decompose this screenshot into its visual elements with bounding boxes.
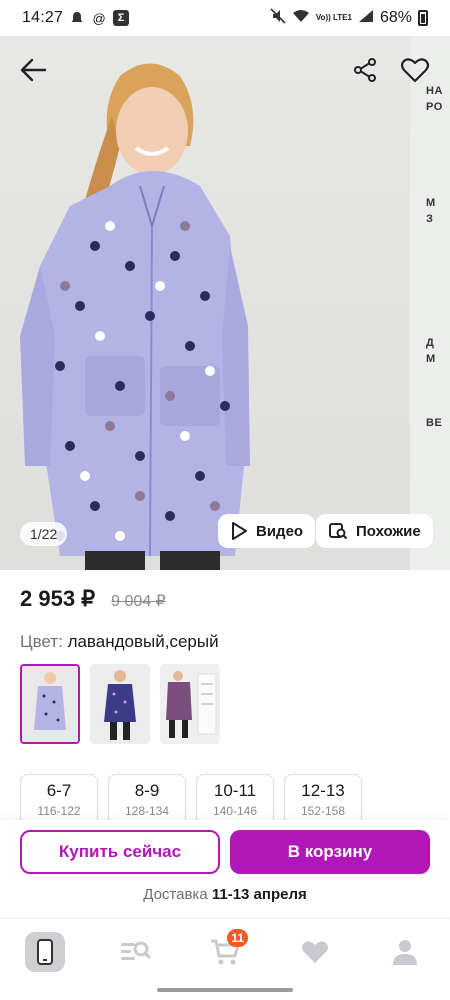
battery-percent: 68% <box>379 9 412 26</box>
nav-catalog[interactable] <box>110 927 160 977</box>
catalog-search-icon <box>121 941 151 960</box>
delivery-dates: 11-13 апреля <box>211 886 307 903</box>
size-label: 8-9 <box>134 781 160 800</box>
at-sign-icon: @ <box>92 10 106 26</box>
variant-image <box>90 664 150 744</box>
phone-icon <box>37 938 53 965</box>
status-bar: 14:27 @ Σ Vo)) LTE1 68% <box>0 0 450 36</box>
size-label: 6-7 <box>46 781 72 800</box>
nav-home-bg <box>25 931 65 972</box>
notification-icon <box>69 10 85 26</box>
side-label: З <box>426 213 434 225</box>
delivery-label: Доставка <box>143 886 208 903</box>
cart-count-badge: 11 <box>227 928 248 947</box>
size-height: 128-134 <box>124 804 170 818</box>
size-option[interactable]: 10-11 140-146 <box>196 774 274 826</box>
old-price: 9 004 ₽ <box>111 593 166 610</box>
share-icon <box>354 58 376 82</box>
side-label: РО <box>426 101 443 113</box>
size-option[interactable]: 12-13 152-158 <box>284 774 362 826</box>
side-label: М <box>426 197 436 209</box>
color-label: Цвет: <box>20 632 63 651</box>
variant-image <box>160 664 220 744</box>
favorite-button[interactable] <box>395 50 435 90</box>
size-option[interactable]: 6-7 116-122 <box>20 774 98 826</box>
size-label: 10-11 <box>213 781 257 800</box>
status-right: Vo)) LTE1 68% <box>270 7 428 29</box>
side-label: ВЕ <box>426 417 443 429</box>
side-info-strip: НА РО М З Д М ВЕ <box>410 36 450 570</box>
buy-now-button[interactable]: Купить сейчас <box>20 830 220 874</box>
current-price: 2 953 ₽ <box>20 586 96 611</box>
product-photo <box>20 63 250 570</box>
network-indicator: Vo)) LTE1 <box>315 13 352 22</box>
size-height: 116-122 <box>37 804 81 818</box>
wifi-icon <box>292 9 310 28</box>
side-label: Д <box>426 337 435 349</box>
arrow-left-icon <box>20 58 47 82</box>
color-value: лавандовый,серый <box>67 632 219 651</box>
size-label: 12-13 <box>301 781 345 800</box>
video-label: Видео <box>256 522 304 540</box>
similar-search-icon <box>329 523 348 540</box>
color-row: Цвет: лавандовый,серый <box>20 632 219 652</box>
variant-thumbnail-lavender[interactable] <box>20 664 80 744</box>
size-height: 140-146 <box>212 804 258 818</box>
add-to-cart-button[interactable]: В корзину <box>230 830 430 874</box>
nav-profile[interactable] <box>380 927 430 977</box>
signal-icon <box>358 9 374 28</box>
price-row: 2 953 ₽ 9 004 ₽ <box>20 586 166 612</box>
nav-cart[interactable]: 11 <box>200 927 250 977</box>
user-icon <box>393 939 417 965</box>
sigma-icon: Σ <box>113 10 130 26</box>
status-time: 14:27 <box>22 9 64 26</box>
similar-button[interactable]: Похожие <box>316 514 433 548</box>
nav-favorites[interactable] <box>290 927 340 977</box>
color-variants <box>20 664 220 744</box>
size-selector: 6-7 116-122 8-9 128-134 10-11 140-146 12… <box>20 774 362 826</box>
battery-icon <box>418 10 428 26</box>
heart-icon <box>302 940 328 963</box>
product-image-gallery[interactable]: НА РО М З Д М ВЕ 1/22 Видео Похожие <box>0 36 450 570</box>
similar-label: Похожие <box>356 522 421 540</box>
back-button[interactable] <box>14 50 54 90</box>
play-icon <box>232 522 247 540</box>
mute-icon <box>270 7 286 29</box>
nav-home[interactable] <box>20 927 70 977</box>
status-left: 14:27 @ Σ <box>22 9 130 27</box>
size-height: 152-158 <box>300 804 346 818</box>
side-label: М <box>426 353 436 365</box>
gesture-bar[interactable] <box>157 988 293 992</box>
purchase-bar: Купить сейчас В корзину Доставка 11-13 а… <box>0 820 450 916</box>
variant-thumbnail-floral[interactable] <box>160 664 220 744</box>
image-counter: 1/22 <box>20 522 68 546</box>
heart-outline-icon <box>401 58 429 83</box>
video-button[interactable]: Видео <box>218 514 316 548</box>
size-option[interactable]: 8-9 128-134 <box>108 774 186 826</box>
delivery-info: Доставка 11-13 апреля <box>0 886 450 903</box>
variant-thumbnail-navy[interactable] <box>90 664 150 744</box>
share-button[interactable] <box>345 50 385 90</box>
bottom-navigation: 11 <box>0 918 450 984</box>
variant-image <box>22 666 78 742</box>
